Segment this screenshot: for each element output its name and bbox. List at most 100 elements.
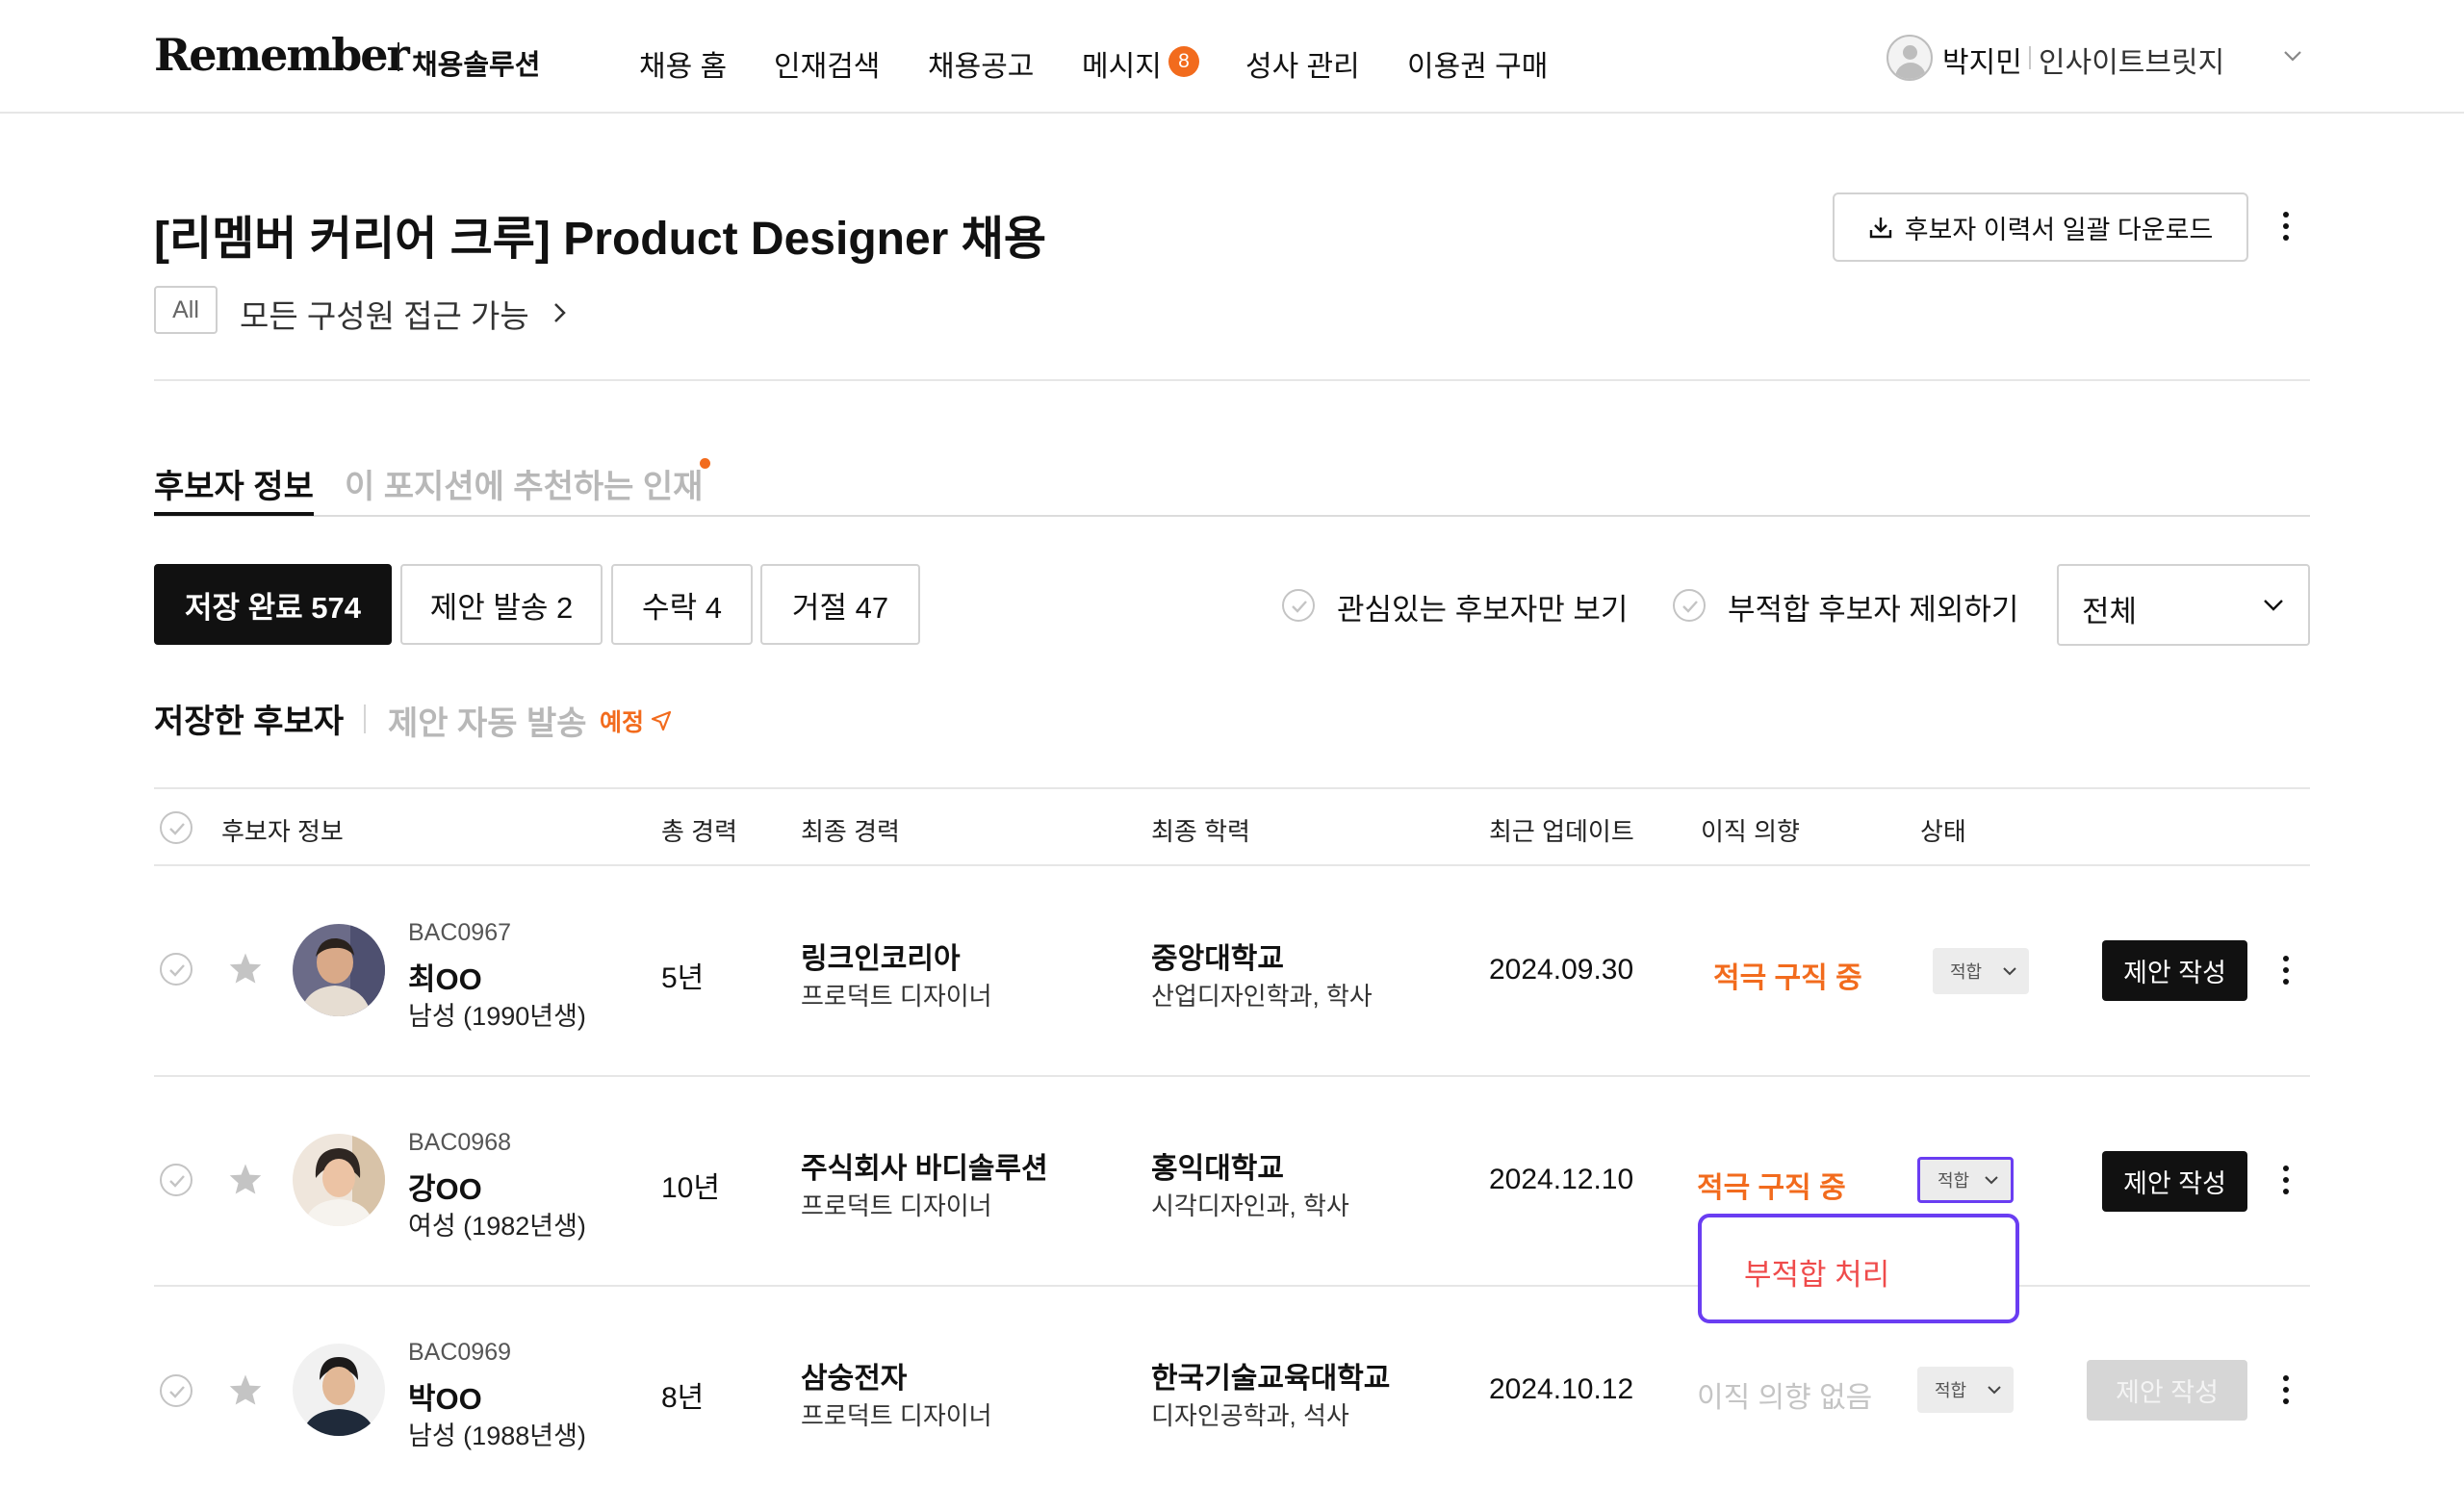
filter-select[interactable]: 전체 [2057, 564, 2310, 646]
row-more-icon[interactable] [2272, 956, 2300, 985]
auto-send-label[interactable]: 제안 자동 발송 [388, 697, 587, 744]
candidate-name[interactable]: 최OO [408, 955, 482, 998]
candidate-id: BAC0967 [408, 919, 512, 946]
nav-hire-management[interactable]: 성사 관리 [1245, 42, 1360, 85]
star-icon[interactable] [228, 952, 263, 985]
top-navigation-bar: Remember 채용솔루션 채용 홈 인재검색 채용공고 메시지 8 성사 관… [0, 0, 2464, 114]
filter-accepted-button[interactable]: 수락 4 [611, 564, 753, 645]
filter-offer-sent-button[interactable]: 제안 발송 2 [400, 564, 603, 645]
candidate-photo [293, 1134, 385, 1226]
exclude-unfit-checkbox[interactable] [1673, 589, 1706, 622]
chevron-down-icon [1985, 1176, 1998, 1185]
last-company: 주식회사 바디솔루션 [801, 1153, 1048, 1185]
exclude-unfit-label[interactable]: 부적합 후보자 제외하기 [1728, 585, 2018, 628]
status-dropdown[interactable]: 적합 [1933, 948, 2029, 994]
last-company: 링크인코리아 [801, 943, 961, 975]
nav-purchase-plan[interactable]: 이용권 구매 [1407, 42, 1548, 85]
row-more-icon[interactable] [2272, 1166, 2300, 1194]
status-dropdown-open[interactable]: 적합 [1917, 1157, 2014, 1203]
candidate-id: BAC0969 [408, 1339, 512, 1366]
candidate-photo [293, 924, 385, 1016]
interest-only-checkbox[interactable] [1282, 589, 1315, 622]
candidate-name[interactable]: 강OO [408, 1165, 482, 1208]
chevron-down-icon [2003, 967, 2016, 976]
check-icon [169, 964, 185, 977]
star-icon[interactable] [228, 1373, 263, 1406]
chevron-right-icon[interactable] [550, 300, 571, 325]
chevron-down-icon [2264, 600, 2283, 611]
school-name: 중앙대학교 [1151, 943, 1284, 975]
mark-unfit-option[interactable]: 부적합 처리 [1744, 1250, 1889, 1294]
write-offer-button[interactable]: 제안 작성 [2102, 940, 2247, 1001]
section-label-divider [364, 705, 366, 733]
row-checkbox[interactable] [160, 1164, 192, 1196]
interest-only-label[interactable]: 관심있는 후보자만 보기 [1337, 585, 1628, 628]
filter-select-value: 전체 [2082, 595, 2138, 628]
candidate-name[interactable]: 박OO [408, 1374, 482, 1418]
tab-candidate-info[interactable]: 후보자 정보 [154, 460, 314, 507]
access-badge: All [154, 286, 218, 334]
saved-candidates-title: 저장한 후보자 [154, 704, 345, 740]
total-experience: 10년 [661, 1172, 720, 1204]
row-checkbox[interactable] [160, 953, 192, 986]
download-label: 후보자 이력서 일괄 다운로드 [1904, 215, 2214, 244]
job-intent: 적극 구직 중 [1697, 1172, 1846, 1204]
new-indicator-dot [700, 458, 710, 469]
nav-recruit-home[interactable]: 채용 홈 [639, 42, 727, 85]
scheduled-link[interactable]: 예정 [600, 704, 673, 738]
row-checkbox[interactable] [160, 1374, 192, 1407]
nav-messages[interactable]: 메시지 [1082, 42, 1162, 85]
last-company: 삼숭전자 [801, 1363, 908, 1395]
active-tab-underline [154, 512, 314, 516]
total-experience: 8년 [661, 1382, 705, 1414]
major-degree: 시각디자인과, 학사 [1151, 1191, 1349, 1220]
updated-date: 2024.09.30 [1489, 954, 1634, 986]
table-header-border [154, 864, 2310, 866]
filter-rejected-button[interactable]: 거절 47 [760, 564, 920, 645]
write-offer-button[interactable]: 제안 작성 [2102, 1151, 2247, 1212]
last-role: 프로덕트 디자이너 [801, 982, 992, 1011]
send-icon [651, 710, 672, 731]
status-value: 적합 [1935, 1381, 1967, 1400]
check-icon [169, 1386, 185, 1398]
major-degree: 디자인공학과, 석사 [1151, 1401, 1349, 1430]
remember-logo[interactable]: Remember [154, 29, 410, 81]
check-icon [169, 823, 185, 835]
status-value: 적합 [1938, 1171, 1970, 1191]
select-all-checkbox[interactable] [160, 811, 192, 844]
last-role: 프로덕트 디자이너 [801, 1401, 992, 1430]
major-degree: 산업디자인학과, 학사 [1151, 982, 1373, 1011]
candidate-id: BAC0968 [408, 1129, 512, 1156]
more-options-icon[interactable] [2272, 212, 2300, 241]
row-more-icon[interactable] [2272, 1375, 2300, 1404]
user-company[interactable]: 인사이트브릿지 [2039, 38, 2224, 81]
access-setting-link[interactable]: 모든 구성원 접근 가능 [240, 291, 529, 337]
nav-job-posts[interactable]: 채용공고 [928, 42, 1034, 85]
column-header-updated: 최근 업데이트 [1489, 817, 1634, 846]
nav-talent-search[interactable]: 인재검색 [774, 42, 880, 85]
filter-saved-button[interactable]: 저장 완료 574 [154, 564, 392, 645]
star-icon[interactable] [228, 1163, 263, 1195]
column-header-candidate: 후보자 정보 [221, 817, 344, 846]
scheduled-label: 예정 [600, 709, 645, 736]
column-header-status: 상태 [1920, 817, 1966, 846]
user-divider [2029, 46, 2031, 69]
user-name[interactable]: 박지민 [1942, 38, 2022, 81]
school-name: 홍익대학교 [1151, 1153, 1284, 1185]
status-value: 적합 [1950, 962, 1983, 982]
column-header-experience: 총 경력 [661, 817, 737, 846]
logo-subtitle: 채용솔루션 [412, 50, 541, 81]
check-icon [1682, 601, 1698, 613]
job-intent: 적극 구직 중 [1713, 962, 1862, 994]
user-avatar-icon[interactable] [1886, 35, 1933, 81]
chevron-down-icon[interactable] [2281, 44, 2304, 67]
total-experience: 5년 [661, 962, 705, 994]
status-dropdown-menu: 부적합 처리 [1698, 1214, 2019, 1323]
column-header-last-career: 최종 경력 [801, 817, 900, 846]
column-header-intent: 이직 의향 [1701, 817, 1800, 846]
candidate-photo [293, 1344, 385, 1436]
write-offer-button-disabled[interactable]: 제안 작성 [2087, 1360, 2247, 1421]
tab-recommended-talent[interactable]: 이 포지션에 추천하는 인재 [345, 460, 703, 507]
download-resumes-button[interactable]: 후보자 이력서 일괄 다운로드 [1833, 192, 2248, 262]
status-dropdown[interactable]: 적합 [1917, 1367, 2014, 1413]
